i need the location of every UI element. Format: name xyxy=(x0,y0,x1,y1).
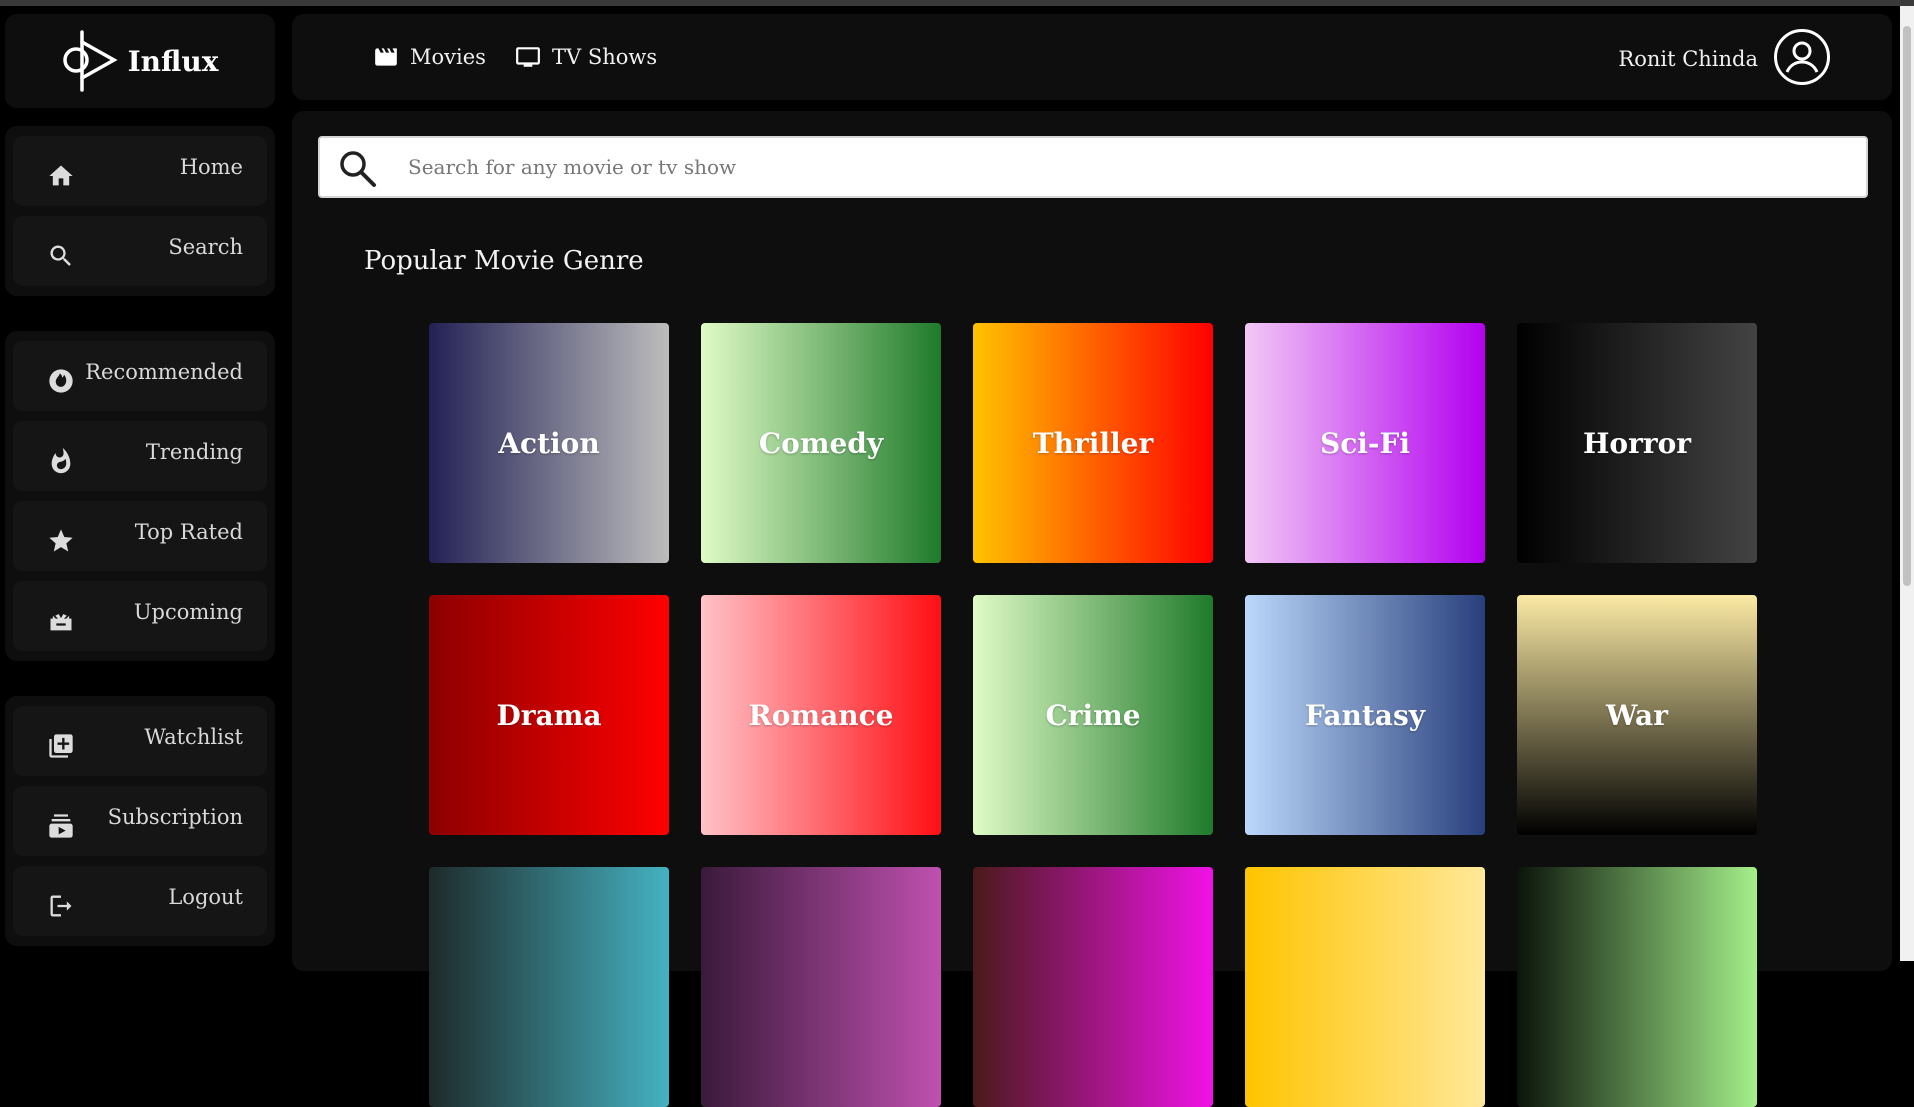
genre-tile[interactable]: Drama xyxy=(429,595,669,835)
genre-label: Horror xyxy=(1582,426,1692,460)
genre-tile[interactable]: Comedy xyxy=(701,323,941,563)
sidebar-item-label: Logout xyxy=(168,885,243,909)
genre-label: War xyxy=(1606,698,1668,732)
genre-tile[interactable]: Action xyxy=(429,323,669,563)
user-name[interactable]: Ronit Chinda xyxy=(1618,47,1758,71)
genre-tile[interactable]: War xyxy=(1517,595,1757,835)
app-name: Influx xyxy=(127,44,219,78)
sidebar-item-label: Trending xyxy=(145,440,243,464)
sidebar-item-label: Watchlist xyxy=(144,725,243,749)
genre-label: Crime xyxy=(1045,698,1141,732)
scrollbar-thumb[interactable] xyxy=(1903,26,1911,586)
search-bar[interactable] xyxy=(318,136,1868,198)
clapperboard-icon xyxy=(375,48,397,66)
search-icon xyxy=(340,151,376,187)
genre-tile[interactable] xyxy=(701,867,941,1107)
user-icon xyxy=(1785,41,1819,73)
sidebar-item-label: Search xyxy=(168,235,243,259)
sidebar-group-account: Watchlist Subscription Logout xyxy=(5,696,275,946)
genre-label: Fantasy xyxy=(1305,698,1425,732)
main-content: Popular Movie Genre Action Comedy Thriller… xyxy=(292,111,1892,1107)
search-input[interactable] xyxy=(408,138,1848,196)
genre-label: Drama xyxy=(496,698,602,732)
genre-tile[interactable] xyxy=(1245,867,1485,1107)
nav-tv-shows[interactable]: TV Shows xyxy=(514,44,657,70)
sidebar-item-upcoming[interactable]: Upcoming xyxy=(13,581,267,651)
sidebar-item-top-rated[interactable]: Top Rated xyxy=(13,501,267,571)
browser-top-bar xyxy=(0,0,1914,6)
nav-movies[interactable]: Movies xyxy=(372,44,486,70)
avatar[interactable] xyxy=(1774,29,1830,85)
genre-label: Sci-Fi xyxy=(1319,426,1411,460)
sidebar-item-label: Upcoming xyxy=(133,600,243,624)
genre-tile[interactable]: Sci-Fi xyxy=(1245,323,1485,563)
genre-label: Romance xyxy=(748,698,894,732)
recommended-icon xyxy=(49,369,73,393)
sidebar-item-recommended[interactable]: Recommended xyxy=(13,341,267,411)
sidebar-item-watchlist[interactable]: Watchlist xyxy=(13,706,267,776)
add-list-icon xyxy=(49,734,73,758)
scrollbar[interactable] xyxy=(1900,6,1914,961)
genre-label: Comedy xyxy=(758,426,884,460)
top-header: Movies TV Shows Ronit Chinda xyxy=(292,14,1892,100)
sidebar-item-label: Home xyxy=(179,155,243,179)
sidebar-group-main: Home Search xyxy=(5,126,275,296)
fire-icon xyxy=(51,447,71,474)
genre-tile[interactable]: Crime xyxy=(973,595,1213,835)
genre-tile[interactable]: Romance xyxy=(701,595,941,835)
sidebar-item-subscription[interactable]: Subscription xyxy=(13,786,267,856)
genre-label: Action xyxy=(498,426,600,460)
sidebar-group-discover: Recommended Trending Top Rated Upcoming xyxy=(5,331,275,661)
genre-tile[interactable] xyxy=(429,867,669,1107)
logout-icon xyxy=(50,895,72,917)
home-icon xyxy=(49,165,73,186)
genre-tile[interactable]: Fantasy xyxy=(1245,595,1485,835)
sidebar-item-logout[interactable]: Logout xyxy=(13,866,267,936)
sidebar-item-label: Top Rated xyxy=(134,520,243,544)
genre-tile[interactable]: Horror xyxy=(1517,323,1757,563)
logo[interactable]: Influx xyxy=(5,14,275,108)
upcoming-icon xyxy=(50,609,72,631)
star-icon xyxy=(49,529,73,552)
genre-label: Thriller xyxy=(1032,426,1154,460)
genre-tile[interactable] xyxy=(1517,867,1757,1107)
influx-logo-icon xyxy=(62,30,118,92)
nav-tv-shows-label: TV Shows xyxy=(552,45,658,69)
search-icon xyxy=(50,245,71,266)
sidebar-item-home[interactable]: Home xyxy=(13,136,267,206)
nav-movies-label: Movies xyxy=(410,45,486,69)
sidebar-item-trending[interactable]: Trending xyxy=(13,421,267,491)
genre-tile[interactable]: Thriller xyxy=(973,323,1213,563)
section-title: Popular Movie Genre xyxy=(364,246,644,276)
tv-icon xyxy=(516,47,540,67)
subscription-icon xyxy=(49,814,73,838)
genre-tile[interactable] xyxy=(973,867,1213,1107)
sidebar-item-search[interactable]: Search xyxy=(13,216,267,286)
sidebar-item-label: Recommended xyxy=(85,360,243,384)
sidebar-item-label: Subscription xyxy=(107,805,243,829)
